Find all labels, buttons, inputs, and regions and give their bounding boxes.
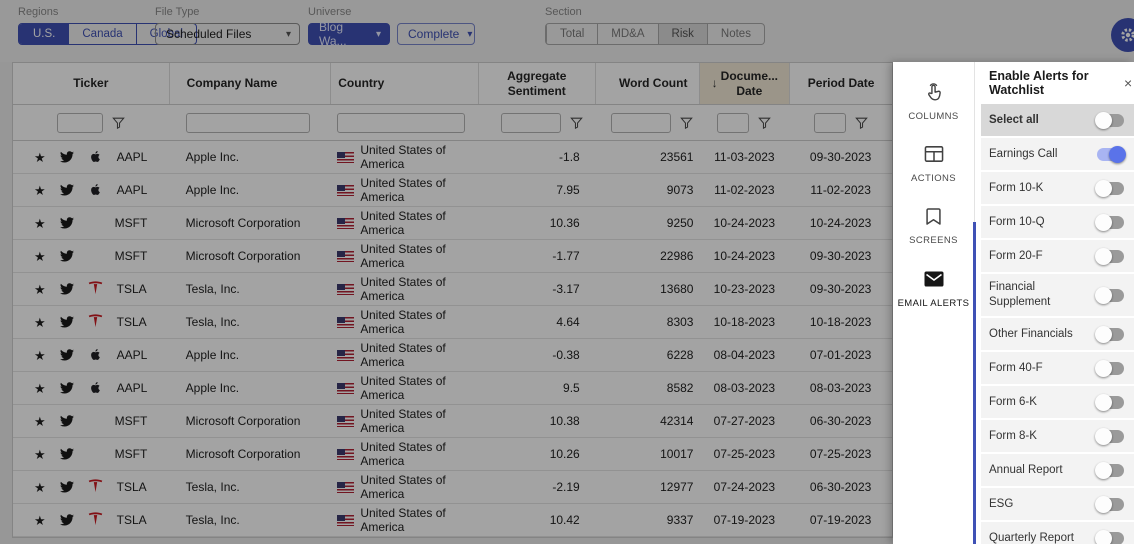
alert-label: Form 6-K: [989, 395, 1037, 408]
alert-label: Quarterly Report: [989, 531, 1075, 544]
alert-toggle-switch[interactable]: [1095, 286, 1124, 304]
alert-toggle-row[interactable]: Financial Supplement: [981, 274, 1134, 316]
alerts-panel-title: Enable Alerts for Watchlist: [989, 69, 1089, 97]
rail-nav-label: SCREENS: [909, 235, 958, 247]
alert-toggle-row[interactable]: Select all: [981, 104, 1134, 136]
alert-toggle-row[interactable]: Quarterly Report: [981, 522, 1134, 544]
rail-nav-item[interactable]: SCREENS: [893, 196, 974, 258]
alert-toggle-switch[interactable]: [1095, 179, 1124, 197]
rail-nav-label: COLUMNS: [908, 111, 959, 122]
tap-hand-icon: [927, 82, 941, 100]
alert-toggle-switch[interactable]: [1095, 461, 1124, 479]
side-rail: COLUMNS ACTIONS SCREENS EMAIL ALERTS: [893, 62, 976, 544]
rail-nav-label: ACTIONS: [910, 173, 957, 185]
alert-label: Select all: [989, 113, 1039, 126]
alert-toggle-switch[interactable]: [1095, 213, 1124, 231]
alert-label: Form 10-Q: [989, 215, 1045, 228]
alert-label: Form 8-K: [989, 429, 1037, 442]
alert-toggle-switch[interactable]: [1095, 247, 1124, 265]
alert-toggle-row[interactable]: Form 20-F: [981, 240, 1134, 272]
layout-table-icon: [924, 146, 943, 163]
alert-label: Other Financials: [989, 327, 1073, 340]
alert-toggle-row[interactable]: Form 10-K: [981, 172, 1134, 204]
close-icon[interactable]: ×: [1124, 75, 1134, 91]
alert-label: ESG: [989, 497, 1014, 510]
alerts-list: Select all Earnings Call Form 10-K Form …: [981, 104, 1134, 544]
alert-label: Annual Report: [989, 463, 1063, 476]
alert-toggle-switch[interactable]: [1095, 325, 1124, 343]
alert-toggle-switch[interactable]: [1095, 427, 1124, 445]
alert-label: Financial Supplement: [989, 281, 1051, 308]
alert-toggle-row[interactable]: Annual Report: [981, 454, 1134, 486]
alert-toggle-switch[interactable]: [1095, 529, 1124, 544]
rail-nav-item[interactable]: ACTIONS: [893, 134, 974, 196]
alert-toggle-row[interactable]: Form 8-K: [981, 420, 1134, 452]
alert-toggle-switch[interactable]: [1097, 145, 1126, 163]
alert-toggle-switch[interactable]: [1095, 359, 1124, 377]
alert-label: Form 10-K: [989, 181, 1044, 194]
alert-label: Form 40-F: [989, 361, 1043, 374]
alert-toggle-row[interactable]: Form 6-K: [981, 386, 1134, 418]
alert-toggle-switch[interactable]: [1095, 495, 1124, 513]
alerts-panel: Enable Alerts for Watchlist × Select all…: [975, 62, 1134, 544]
alert-toggle-row[interactable]: Form 10-Q: [981, 206, 1134, 238]
rail-nav-item[interactable]: EMAIL ALERTS: [893, 259, 974, 321]
rail-nav-item[interactable]: COLUMNS: [893, 72, 974, 134]
alert-toggle-switch[interactable]: [1095, 111, 1124, 129]
email-icon: [924, 271, 943, 287]
alert-toggle-row[interactable]: Earnings Call: [981, 138, 1134, 170]
alert-toggle-row[interactable]: Other Financials: [981, 318, 1134, 350]
alert-label: Form 20-F: [989, 249, 1043, 262]
alert-toggle-switch[interactable]: [1095, 393, 1124, 411]
email-alerts-drawer: COLUMNS ACTIONS SCREENS EMAIL ALERTS Ena…: [893, 62, 1134, 544]
alert-label: Earnings Call: [989, 147, 1058, 160]
alert-toggle-row[interactable]: Form 40-F: [981, 352, 1134, 384]
rail-nav-label: EMAIL ALERTS: [897, 297, 970, 309]
bookmark-screens-icon: [926, 208, 941, 225]
alert-toggle-row[interactable]: ESG: [981, 488, 1134, 520]
app-root: Regions U.S. Canada Global File Type Sch…: [0, 0, 1134, 544]
